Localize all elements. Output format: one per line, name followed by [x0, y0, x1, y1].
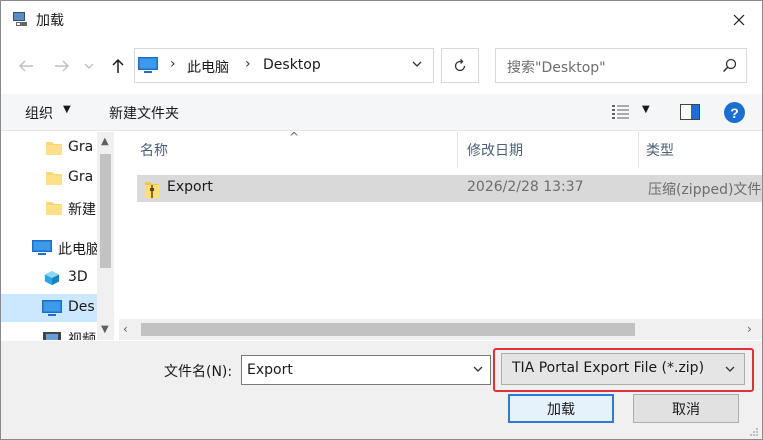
scroll-down-icon[interactable]: ▼	[101, 324, 109, 335]
sidebar-item-desktop[interactable]: Des	[1, 294, 97, 322]
video-icon	[43, 332, 61, 340]
sidebar-item-folder[interactable]: 新建	[1, 194, 97, 222]
folder-icon	[46, 172, 62, 185]
sidebar-item-folder[interactable]: Gra	[1, 164, 97, 192]
forward-button[interactable]	[49, 53, 75, 79]
title-bar: 加载	[1, 1, 762, 39]
sidebar-item-this-pc[interactable]: 此电脑	[1, 234, 97, 262]
column-header-date[interactable]: 修改日期	[467, 140, 523, 160]
resize-grip-icon[interactable]	[749, 427, 759, 437]
column-divider[interactable]	[638, 132, 639, 168]
search-box[interactable]: 搜索"Desktop"	[495, 48, 747, 83]
address-bar[interactable]: › 此电脑 › Desktop	[134, 48, 434, 83]
back-button[interactable]	[13, 53, 39, 79]
sidebar-item-folder[interactable]: Gra	[1, 134, 97, 162]
navigation-pane: Gra Gra 新建 此电脑 3D Des 视频 ▲ ▼	[1, 132, 114, 340]
folder-icon	[46, 142, 62, 155]
chevron-down-icon[interactable]	[472, 363, 484, 375]
search-placeholder: 搜索"Desktop"	[507, 60, 606, 76]
view-options-icon[interactable]	[612, 104, 630, 120]
caret-down-icon: ▼	[63, 104, 71, 115]
file-row[interactable]: Export 2026/2/28 13:37 压缩(zipped)文件夹	[137, 175, 762, 202]
chevron-down-icon[interactable]	[411, 58, 423, 70]
arrow-left-icon	[19, 60, 33, 72]
3d-objects-icon	[44, 270, 60, 286]
filename-input[interactable]	[242, 356, 468, 384]
file-list: ^ 名称 修改日期 类型 Export 2026/2/28 13:37 压缩(z…	[119, 132, 762, 340]
arrow-up-icon	[112, 58, 124, 73]
cancel-button[interactable]: 取消	[633, 394, 739, 423]
column-header-type[interactable]: 类型	[646, 140, 674, 160]
refresh-icon	[454, 58, 466, 71]
preview-pane-icon[interactable]	[680, 104, 700, 120]
up-button[interactable]	[105, 53, 131, 79]
chevron-down-icon	[84, 63, 94, 69]
highlight-annotation	[493, 348, 754, 392]
filename-label: 文件名(N):	[164, 364, 233, 380]
folder-icon	[46, 202, 62, 215]
window-title: 加载	[36, 13, 64, 29]
file-date: 2026/2/28 13:37	[467, 179, 584, 195]
column-header-name[interactable]: 名称	[140, 140, 168, 160]
filename-combobox[interactable]	[241, 355, 491, 385]
scrollbar-thumb[interactable]	[100, 154, 111, 268]
breadcrumb-desktop[interactable]: Desktop	[263, 57, 321, 73]
organize-button[interactable]: 组织	[25, 103, 53, 123]
bottom-panel: 文件名(N): TIA Portal Export File (*.zip) 加…	[1, 341, 762, 439]
command-toolbar: 组织 ▼ 新建文件夹 ▼ ?	[1, 94, 762, 131]
sidebar-scrollbar[interactable]: ▲ ▼	[97, 132, 114, 340]
file-type: 压缩(zipped)文件夹	[648, 182, 762, 198]
column-divider[interactable]	[457, 132, 458, 168]
horizontal-scrollbar[interactable]: ‹ ›	[119, 319, 762, 340]
zip-folder-icon	[145, 182, 159, 198]
new-folder-button[interactable]: 新建文件夹	[109, 103, 179, 123]
load-button[interactable]: 加载	[508, 394, 614, 423]
scrollbar-thumb[interactable]	[141, 323, 635, 336]
arrow-right-icon	[55, 60, 69, 72]
pc-icon	[138, 57, 158, 73]
scroll-up-icon[interactable]: ▲	[101, 136, 109, 147]
desktop-icon	[42, 300, 62, 316]
scroll-right-icon[interactable]: ›	[747, 322, 752, 336]
file-name: Export	[167, 179, 213, 195]
sidebar-item-videos[interactable]: 视频	[1, 324, 97, 340]
file-open-dialog: 加载 › 此电脑 › Desktop 搜索"Desktop" 组织 ▼ 新建文件…	[0, 0, 763, 440]
scroll-left-icon[interactable]: ‹	[123, 322, 128, 336]
sort-ascending-icon: ^	[289, 132, 300, 144]
breadcrumb-this-pc[interactable]: 此电脑	[187, 57, 229, 77]
close-icon	[733, 14, 745, 26]
caret-down-icon[interactable]: ▼	[642, 104, 650, 115]
recent-locations-button[interactable]	[81, 53, 97, 79]
app-icon	[13, 12, 27, 26]
pc-icon	[32, 240, 52, 255]
close-button[interactable]	[716, 1, 762, 39]
sidebar-item-3d-objects[interactable]: 3D	[1, 264, 97, 292]
help-icon[interactable]: ?	[724, 102, 745, 123]
search-icon[interactable]	[722, 58, 737, 73]
refresh-button[interactable]	[441, 48, 479, 83]
breadcrumb-separator: ›	[245, 56, 251, 72]
breadcrumb-separator: ›	[170, 56, 176, 72]
